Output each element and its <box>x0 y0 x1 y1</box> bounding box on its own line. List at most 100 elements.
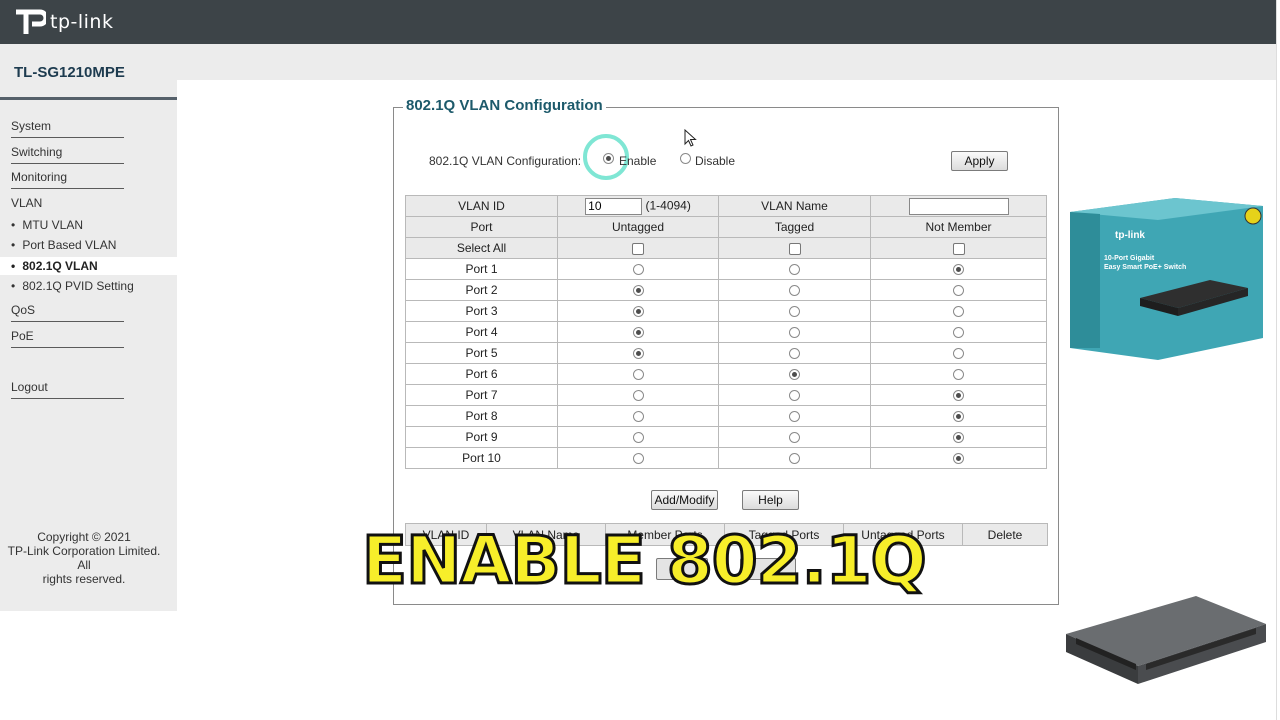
port-tagged-radio[interactable] <box>789 411 800 423</box>
port-name: Port 7 <box>405 384 558 406</box>
vlan-id-input[interactable] <box>585 197 643 215</box>
sidebar-subitem-port-based-vlan[interactable]: • Port Based VLAN <box>11 238 116 252</box>
port-mode-cell <box>718 405 871 427</box>
table-row: Port 3 <box>405 300 1047 322</box>
sidebar-item-qos[interactable]: QoS <box>11 303 35 317</box>
table-row: Port 9 <box>405 426 1047 448</box>
video-caption: ENABLE 802.1Q <box>361 521 929 601</box>
port-mode-cell <box>557 300 719 322</box>
box-brand-text: tp-link <box>1115 230 1145 241</box>
divider <box>11 163 124 164</box>
sidebar-item-logout[interactable]: Logout <box>11 380 48 394</box>
port-mode-cell <box>870 342 1047 364</box>
copyright: Copyright © 2021 TP-Link Corporation Lim… <box>0 530 168 586</box>
port-mode-cell <box>557 321 719 343</box>
add-modify-button[interactable]: Add/Modify <box>651 490 718 510</box>
port-untagged-radio[interactable] <box>632 432 644 444</box>
port-untagged-radio[interactable] <box>632 348 644 360</box>
port-mode-cell <box>557 342 719 364</box>
product-box-image: tp-link 10-Port Gigabit Easy Smart PoE+ … <box>1070 198 1263 360</box>
port-mode-cell <box>718 384 871 406</box>
table-row: Port 7 <box>405 384 1047 406</box>
port-tagged-radio[interactable] <box>789 432 800 444</box>
port-not-member-radio[interactable] <box>953 411 964 423</box>
port-tagged-radio[interactable] <box>789 390 800 402</box>
port-mode-cell <box>870 258 1047 280</box>
port-mode-cell <box>718 426 871 448</box>
port-untagged-radio[interactable] <box>632 453 644 465</box>
tp-link-logo: tp-link <box>12 6 113 38</box>
port-untagged-radio[interactable] <box>632 369 644 381</box>
port-mode-cell <box>870 447 1047 469</box>
divider <box>11 398 124 399</box>
select-all-untagged-checkbox[interactable] <box>632 242 644 255</box>
select-all-cell <box>870 237 1047 259</box>
select-all-cell <box>557 237 719 259</box>
help-button[interactable]: Help <box>742 490 799 510</box>
column-header: Not Member <box>870 216 1047 238</box>
enable-radio[interactable] <box>603 153 614 164</box>
divider <box>11 347 124 348</box>
port-tagged-radio[interactable] <box>789 369 800 381</box>
port-not-member-radio[interactable] <box>953 285 964 297</box>
port-not-member-radio[interactable] <box>953 264 964 276</box>
port-untagged-radio[interactable] <box>632 411 644 423</box>
port-not-member-radio[interactable] <box>953 453 964 465</box>
port-tagged-radio[interactable] <box>789 306 800 318</box>
select-all-tagged-checkbox[interactable] <box>788 242 801 255</box>
disable-radio[interactable] <box>680 153 691 164</box>
port-not-member-radio[interactable] <box>953 348 964 360</box>
port-untagged-radio[interactable] <box>632 285 644 297</box>
disable-label: Disable <box>695 154 736 168</box>
port-not-member-radio[interactable] <box>953 390 964 402</box>
sidebar-subitem-label: 802.1Q VLAN <box>22 259 98 273</box>
enable-label: Enable <box>619 154 657 168</box>
sidebar-subitem-8021q-vlan[interactable]: • 802.1Q VLAN <box>11 259 98 273</box>
sidebar-item-system[interactable]: System <box>11 119 51 133</box>
port-tagged-radio[interactable] <box>789 264 800 276</box>
port-not-member-radio[interactable] <box>953 432 964 444</box>
sidebar-subitem-mtu-vlan[interactable]: • MTU VLAN <box>11 218 83 232</box>
port-untagged-radio[interactable] <box>632 390 644 402</box>
port-untagged-radio[interactable] <box>632 264 644 276</box>
port-name: Port 4 <box>405 321 558 343</box>
port-mode-cell <box>557 279 719 301</box>
port-not-member-radio[interactable] <box>953 327 964 339</box>
vlan-id-label: VLAN ID <box>405 195 558 217</box>
port-not-member-radio[interactable] <box>953 369 964 381</box>
select-all-not-member-checkbox[interactable] <box>952 242 965 255</box>
port-name: Port 5 <box>405 342 558 364</box>
sidebar-item-vlan[interactable]: VLAN <box>11 196 42 210</box>
port-untagged-radio[interactable] <box>632 327 644 339</box>
port-not-member-radio[interactable] <box>953 306 964 318</box>
port-tagged-radio[interactable] <box>789 327 800 339</box>
vlan-name-input[interactable] <box>908 197 1009 215</box>
port-mode-cell <box>870 321 1047 343</box>
port-mode-cell <box>718 300 871 322</box>
port-tagged-radio[interactable] <box>789 348 800 360</box>
port-tagged-radio[interactable] <box>789 285 800 297</box>
port-mode-cell <box>870 426 1047 448</box>
port-untagged-radio[interactable] <box>632 306 644 318</box>
port-mode-cell <box>870 405 1047 427</box>
port-name: Port 8 <box>405 405 558 427</box>
table-row: Port 2 <box>405 279 1047 301</box>
table-row: Port 8 <box>405 405 1047 427</box>
sidebar-item-switching[interactable]: Switching <box>11 145 62 159</box>
divider <box>11 137 124 138</box>
table-row: VLAN ID (1-4094) VLAN Name <box>405 195 1047 217</box>
apply-button[interactable]: Apply <box>951 151 1008 171</box>
vlan-id-range: (1-4094) <box>645 198 691 213</box>
config-label: 802.1Q VLAN Configuration: <box>429 154 582 168</box>
port-mode-cell <box>557 447 719 469</box>
port-tagged-radio[interactable] <box>789 453 800 465</box>
device-model: TL-SG1210MPE <box>14 64 125 81</box>
sidebar-item-monitoring[interactable]: Monitoring <box>11 170 67 184</box>
port-mode-cell <box>718 321 871 343</box>
port-mode-cell <box>870 384 1047 406</box>
top-bar: tp-link <box>0 0 1276 44</box>
sidebar-item-poe[interactable]: PoE <box>11 329 34 343</box>
sidebar-subitem-8021q-pvid[interactable]: • 802.1Q PVID Setting <box>11 279 134 293</box>
port-mode-cell <box>557 384 719 406</box>
vlan-id-cell: (1-4094) <box>557 195 719 217</box>
